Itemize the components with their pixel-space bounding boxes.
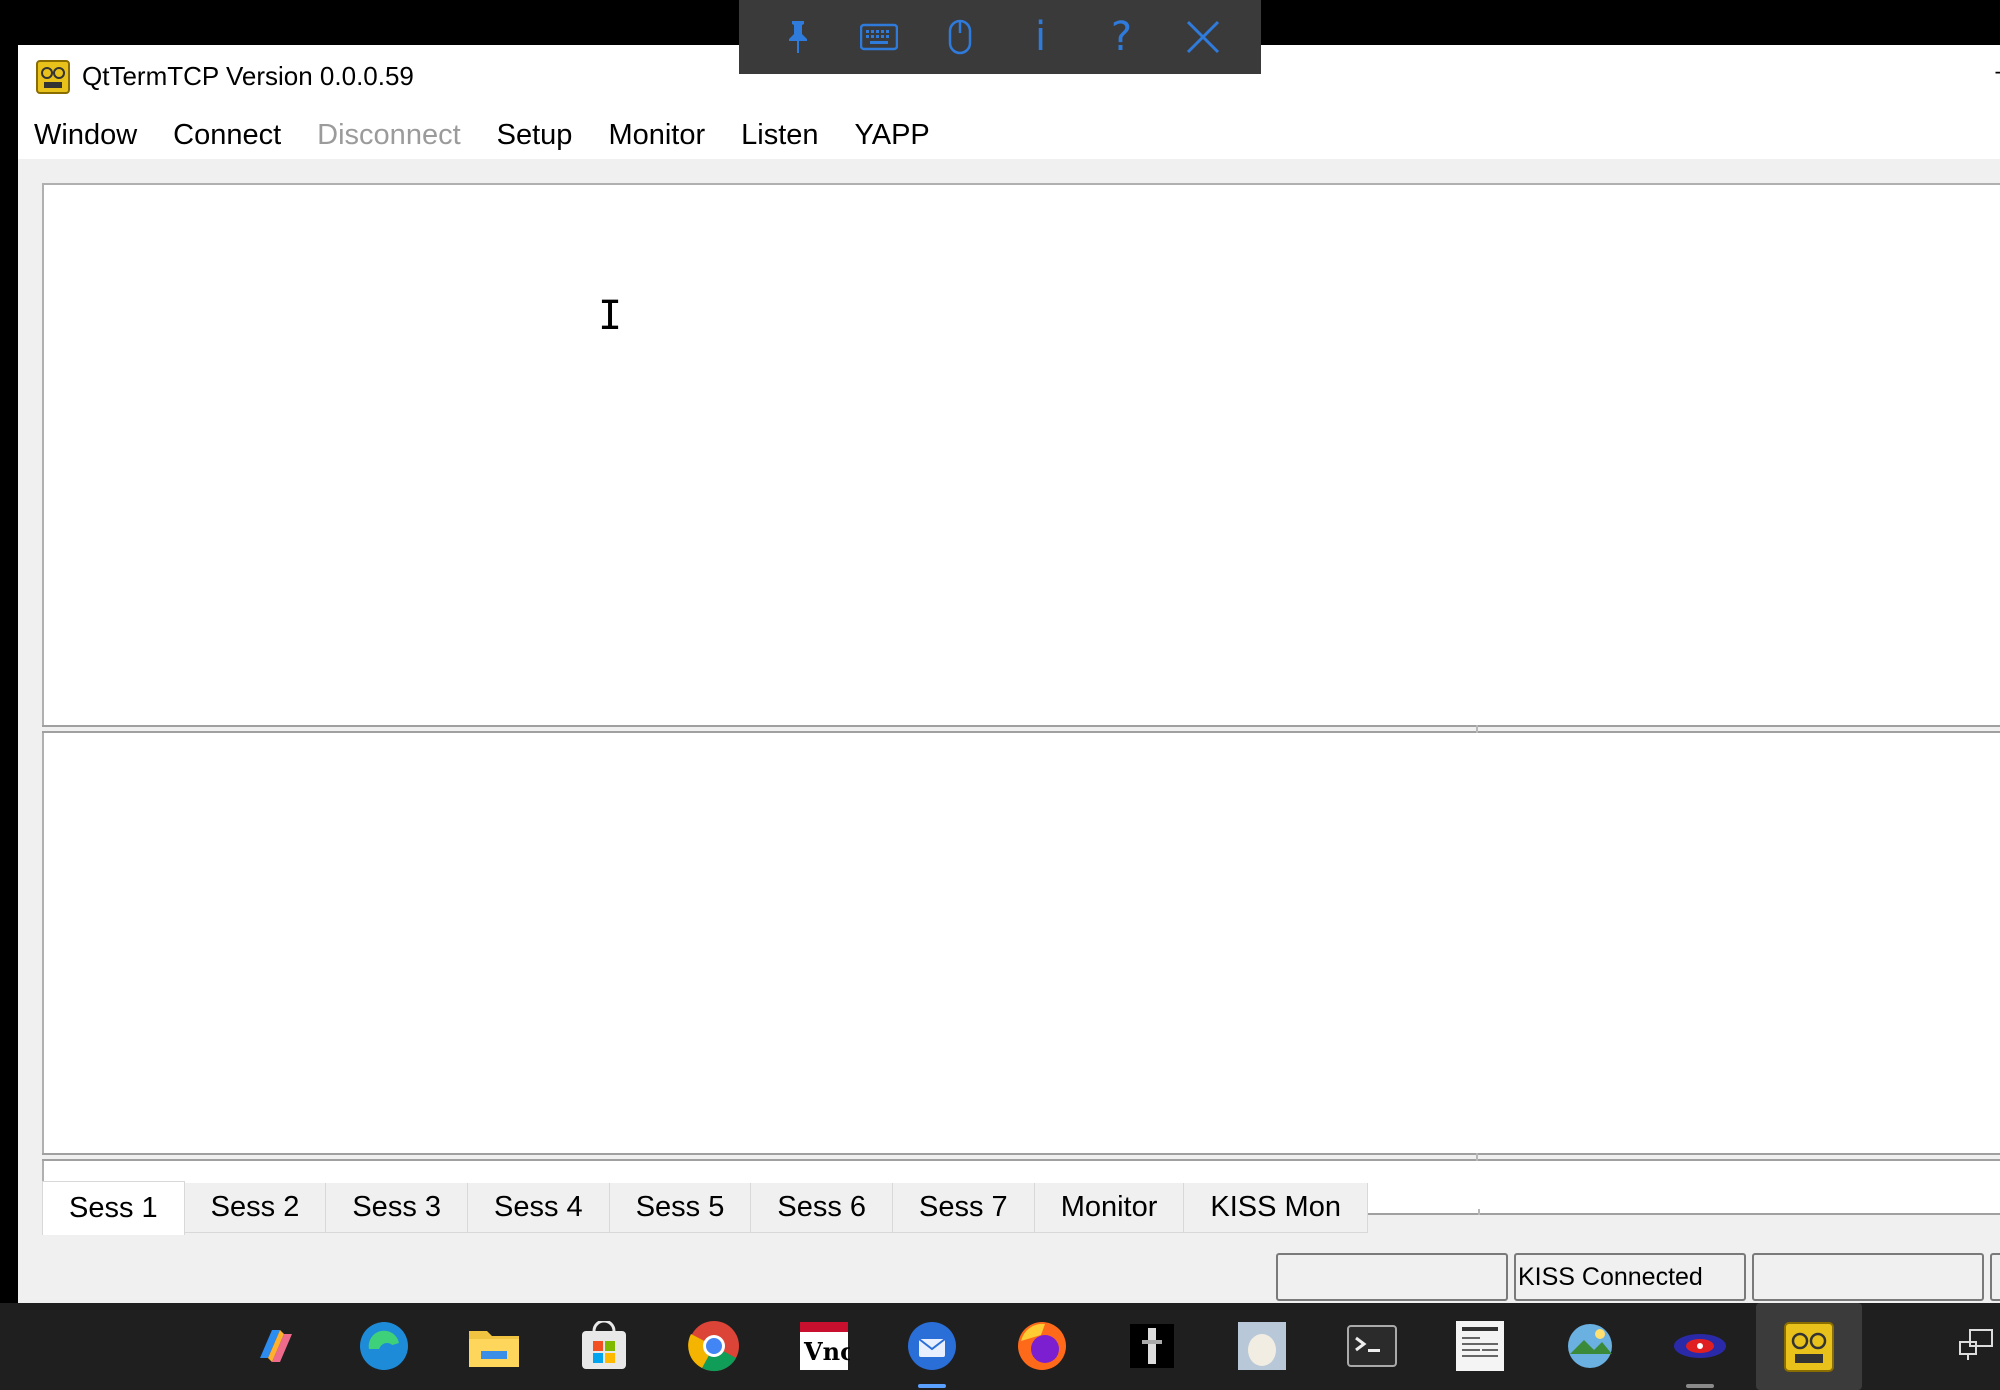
pin-icon[interactable] — [775, 14, 821, 60]
terminal-monitor-pane[interactable] — [42, 733, 2000, 1153]
keyboard-icon[interactable] — [856, 14, 902, 60]
help-glyph: ? — [1110, 14, 1133, 60]
pane-splitter-lower[interactable] — [42, 1153, 2000, 1161]
document-app-icon[interactable] — [1452, 1318, 1508, 1374]
mouse-icon[interactable] — [937, 14, 983, 60]
tab-monitor[interactable]: Monitor — [1034, 1183, 1185, 1233]
network-icon[interactable] — [1956, 1318, 1996, 1374]
window-title: QtTermTCP Version 0.0.0.59 — [82, 61, 414, 91]
image-app-icon[interactable] — [1234, 1318, 1290, 1374]
copilot-icon[interactable] — [248, 1318, 304, 1374]
tab-sess-5[interactable]: Sess 5 — [609, 1183, 752, 1233]
tab-sess-4[interactable]: Sess 4 — [468, 1183, 610, 1233]
help-icon[interactable]: ? — [1099, 14, 1145, 60]
menu-window[interactable]: Window — [34, 119, 137, 152]
info-icon[interactable]: i — [1018, 14, 1064, 60]
menu-monitor[interactable]: Monitor — [608, 119, 705, 152]
file-explorer-icon[interactable] — [466, 1318, 522, 1374]
menu-yapp[interactable]: YAPP — [855, 119, 930, 152]
close-icon[interactable] — [1180, 14, 1226, 60]
vnc-viewer-icon[interactable]: Vnc — [796, 1318, 852, 1374]
terminal-output-pane[interactable] — [42, 183, 2000, 725]
tab-kiss-mon[interactable]: KISS Mon — [1184, 1183, 1368, 1233]
store-icon[interactable] — [576, 1318, 632, 1374]
ham-radio-app-icon[interactable] — [1672, 1318, 1728, 1388]
tab-sess-6[interactable]: Sess 6 — [751, 1183, 894, 1233]
qttermtcp-app-icon — [36, 60, 70, 94]
minimize-button[interactable]: – — [1996, 55, 2000, 86]
menu-connect[interactable]: Connect — [173, 119, 281, 152]
photo-app-icon[interactable] — [1562, 1318, 1618, 1374]
status-field-kiss: KISS Connected — [1514, 1253, 1746, 1301]
edge-icon[interactable] — [356, 1318, 412, 1374]
info-glyph: i — [1034, 14, 1047, 60]
menu-setup[interactable]: Setup — [497, 119, 573, 152]
chrome-icon[interactable] — [686, 1318, 742, 1374]
status-field-4 — [1990, 1253, 2000, 1301]
tab-sess-1[interactable]: Sess 1 — [42, 1181, 185, 1235]
session-tabs: Sess 1 Sess 2 Sess 3 Sess 4 Sess 5 Sess … — [42, 1181, 1368, 1235]
thunderbird-icon[interactable] — [904, 1318, 960, 1388]
status-bar: KISS Connected — [1276, 1253, 2000, 1301]
menu-bar: Window Connect Disconnect Setup Monitor … — [18, 111, 2000, 159]
status-field-3 — [1752, 1253, 1984, 1301]
menu-listen[interactable]: Listen — [741, 119, 818, 152]
terminal-icon[interactable] — [1344, 1318, 1400, 1374]
tab-sess-2[interactable]: Sess 2 — [184, 1183, 327, 1233]
svg-text:Vnc: Vnc — [803, 1337, 850, 1366]
tab-sess-3[interactable]: Sess 3 — [326, 1183, 469, 1233]
text-cursor-icon: I — [598, 293, 623, 339]
menu-disconnect[interactable]: Disconnect — [317, 119, 460, 152]
remote-toolbar: i ? — [739, 0, 1261, 74]
tab-sess-7[interactable]: Sess 7 — [893, 1183, 1035, 1233]
dark-app-icon[interactable] — [1124, 1318, 1180, 1374]
pane-splitter-upper[interactable] — [42, 725, 2000, 733]
qttermtcp-taskbar-icon[interactable] — [1756, 1303, 1862, 1390]
status-field-1 — [1276, 1253, 1508, 1301]
firefox-icon[interactable] — [1014, 1318, 1070, 1374]
taskbar: Vnc — [0, 1303, 2000, 1390]
